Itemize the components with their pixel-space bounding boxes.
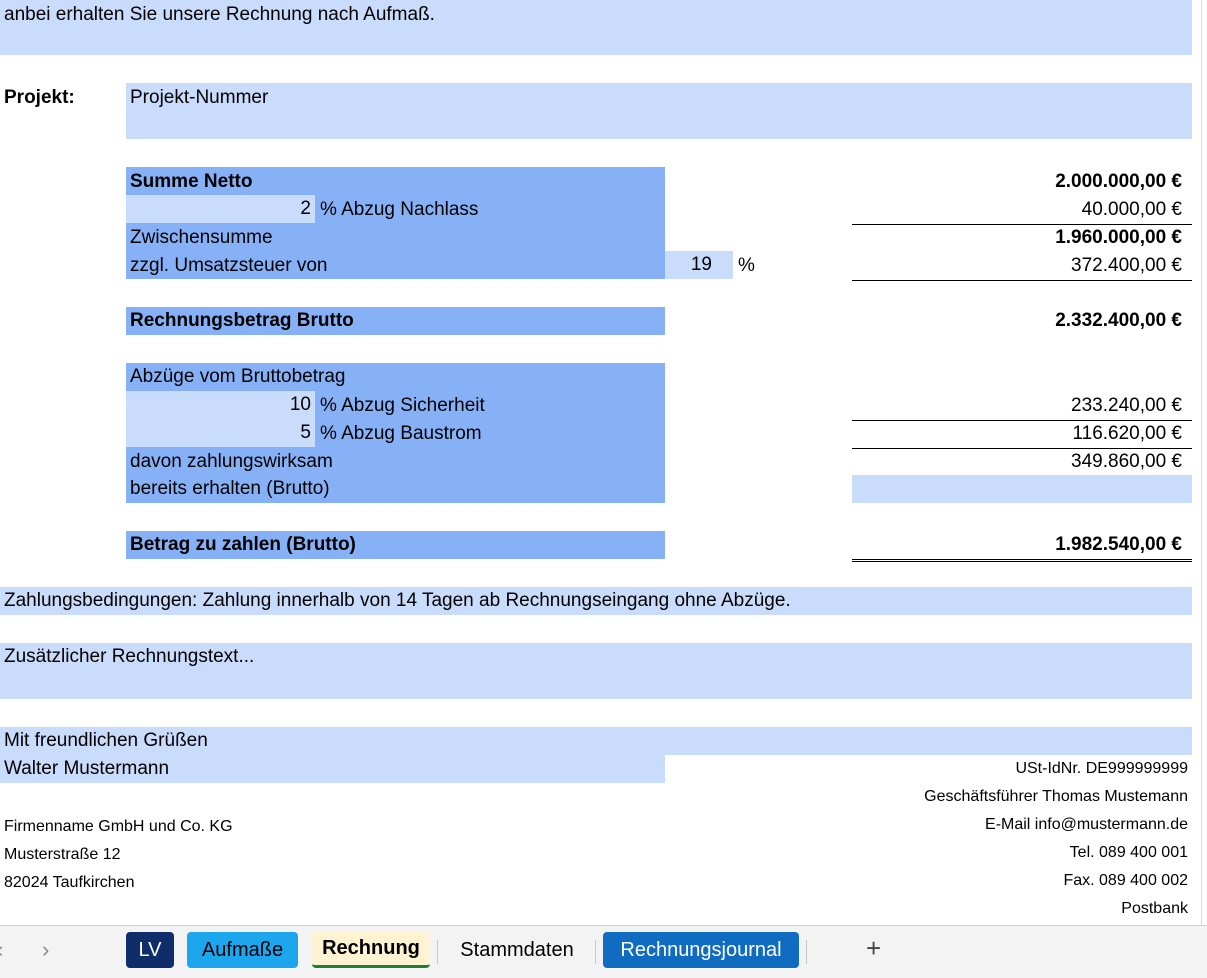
received-value-cell[interactable] [852,475,1192,503]
received-label: bereits erhalten (Brutto) [130,478,330,499]
security-label: % Abzug Sicherheit [320,395,485,416]
gross-value: 2.332.400,00 € [1055,310,1182,331]
subtotal-label: Zwischensumme [130,227,273,248]
tab-rechnungsjournal[interactable]: Rechnungsjournal [603,932,799,968]
intro-text: anbei erhalten Sie unsere Rechnung nach … [4,4,435,25]
payment-terms: Zahlungsbedingungen: Zahlung innerhalb v… [4,590,791,611]
power-pct-cell[interactable]: 5 [126,419,315,447]
footer-phone: Tel. 089 400 001 [1069,844,1188,861]
security-pct-cell[interactable]: 10 [126,391,315,419]
vat-pct-cell[interactable]: 19 [665,251,733,279]
power-label: % Abzug Baustrom [320,423,482,444]
greeting: Mit freundlichen Grüßen [4,730,208,751]
intro-cell[interactable]: anbei erhalten Sie unsere Rechnung nach … [0,0,1192,55]
netto-label: Summe Netto [130,171,253,192]
vat-pct: 19 [690,254,712,275]
project-value: Projekt-Nummer [130,87,269,108]
pay-value: 1.982.540,00 € [852,531,1192,562]
sheet-right-border [1201,0,1202,925]
vat-value: 372.400,00 € [852,252,1192,281]
effective-value: 349.860,00 € [1071,451,1182,472]
footer-company: Firmenname GmbH und Co. KG [4,818,233,835]
greeting-cell[interactable]: Mit freundlichen Grüßen [0,727,1192,755]
deductions-label: Abzüge vom Bruttobetrag [130,366,346,387]
tab-rechnung[interactable]: Rechnung [312,932,430,968]
sheet-tab-bar: ‹ › LV Aufmaße Rechnung Stammdaten Rechn… [0,925,1207,978]
scroll-tabs-left-icon[interactable]: ‹ [0,936,3,964]
tab-lv[interactable]: LV [126,932,174,968]
tab-separator [595,940,596,964]
add-sheet-icon[interactable]: + [866,934,881,962]
additional-text: Zusätzlicher Rechnungstext... [4,646,255,667]
discount-pct: 2 [300,198,311,219]
netto-value: 2.000.000,00 € [1055,171,1182,192]
power-pct: 5 [300,422,311,443]
footer-city: 82024 Taufkirchen [4,874,135,891]
tab-aufmasse[interactable]: Aufmaße [187,932,298,968]
discount-value: 40.000,00 € [852,196,1192,225]
security-value: 233.240,00 € [852,392,1192,421]
signer: Walter Mustermann [4,758,170,779]
vat-unit: % [738,255,755,276]
footer-bank: Postbank [1121,900,1188,917]
discount-label: % Abzug Nachlass [320,199,479,220]
project-cell[interactable]: Projekt-Nummer [126,83,1192,139]
security-pct: 10 [289,394,311,415]
tab-separator [806,940,807,964]
footer-email: E-Mail info@mustermann.de [985,816,1188,833]
footer-street: Musterstraße 12 [4,846,121,863]
gross-label-cell: Rechnungsbetrag Brutto [126,307,665,335]
scroll-tabs-right-icon[interactable]: › [42,936,49,964]
signer-cell[interactable]: Walter Mustermann [0,755,665,783]
gross-label: Rechnungsbetrag Brutto [130,310,354,331]
power-value: 116.620,00 € [852,420,1192,449]
project-label: Projekt: [4,87,75,108]
pay-label-cell: Betrag zu zahlen (Brutto) [126,531,665,559]
footer-vat-id: USt-IdNr. DE999999999 [1015,760,1188,777]
payment-terms-cell[interactable]: Zahlungsbedingungen: Zahlung innerhalb v… [0,587,1192,615]
vat-label: zzgl. Umsatzsteuer von [130,255,328,276]
footer-fax: Fax. 089 400 002 [1063,872,1188,889]
effective-label: davon zahlungswirksam [130,451,333,472]
tab-separator [437,940,438,964]
tab-stammdaten[interactable]: Stammdaten [446,932,588,968]
subtotal-value: 1.960.000,00 € [1055,227,1182,248]
pay-label: Betrag zu zahlen (Brutto) [130,534,356,555]
footer-ceo: Geschäftsführer Thomas Mustemann [924,788,1188,805]
discount-pct-cell[interactable]: 2 [126,195,315,223]
additional-text-cell[interactable]: Zusätzlicher Rechnungstext... [0,643,1192,699]
